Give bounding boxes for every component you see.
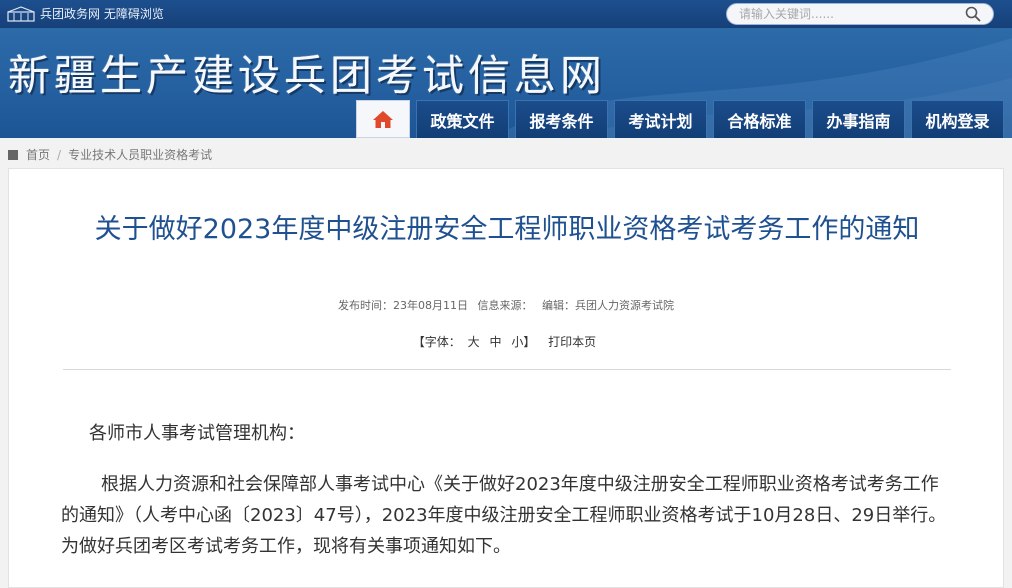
site-title: 新疆生产建设兵团考试信息网 [8,51,607,100]
font-large-button[interactable]: 大 [468,335,480,349]
article-paragraph: 根据人力资源和社会保障部人事考试中心《关于做好2023年度中级注册安全工程师职业… [61,474,947,557]
nav-guide[interactable]: 办事指南 [812,100,905,138]
nav-requirements[interactable]: 报考条件 [515,100,608,138]
breadcrumb-bar: 首页 / 专业技术人员职业资格考试 [0,138,1012,168]
font-medium-button[interactable]: 中 [489,335,501,349]
gov-building-icon [7,5,35,22]
nav-pass-standard[interactable]: 合格标准 [713,100,806,138]
font-size-controls: 【字体： 大 中 小】 打印本页 [9,333,1003,350]
home-icon [373,111,393,128]
article-card: 关于做好2023年度中级注册安全工程师职业资格考试考务工作的通知 发布时间：23… [8,168,1004,588]
top-links[interactable]: 兵团政务网 无障碍浏览 [6,5,164,22]
nav-org-login[interactable]: 机构登录 [911,100,1004,138]
search-icon[interactable] [965,6,981,22]
publish-time: 发布时间：23年08月11日 [338,299,468,312]
main-nav: 政策文件 报考条件 考试计划 合格标准 办事指南 机构登录 [356,100,1004,138]
search-box[interactable] [726,3,994,25]
info-source: 信息来源： [477,299,533,312]
divider [63,369,951,370]
nav-home[interactable] [356,100,410,138]
editor: 编辑：兵团人力资源考试院 [542,299,674,312]
top-links-text[interactable]: 兵团政务网 无障碍浏览 [40,5,164,22]
breadcrumb-current[interactable]: 专业技术人员职业资格考试 [68,146,212,163]
search-input[interactable] [739,6,949,22]
square-icon [8,149,18,160]
font-label: 【字体： [412,335,461,349]
print-button[interactable]: 打印本页 [548,335,596,349]
breadcrumb: 首页 / 专业技术人员职业资格考试 [8,146,212,163]
breadcrumb-home[interactable]: 首页 [26,146,50,163]
top-bar: 兵团政务网 无障碍浏览 [0,0,1012,28]
article-greeting: 各师市人事考试管理机构： [89,423,305,444]
article-meta: 发布时间：23年08月11日 信息来源： 编辑：兵团人力资源考试院 [9,297,1003,313]
article-title: 关于做好2023年度中级注册安全工程师职业资格考试考务工作的通知 [94,214,920,245]
breadcrumb-separator: / [57,147,62,162]
nav-exam-plan[interactable]: 考试计划 [614,100,707,138]
font-small-button[interactable]: 小】 [511,335,535,349]
nav-policy-docs[interactable]: 政策文件 [416,100,509,138]
site-banner: 新疆生产建设兵团考试信息网 政策文件 报考条件 考试计划 合格标准 办事指南 机… [0,28,1012,138]
